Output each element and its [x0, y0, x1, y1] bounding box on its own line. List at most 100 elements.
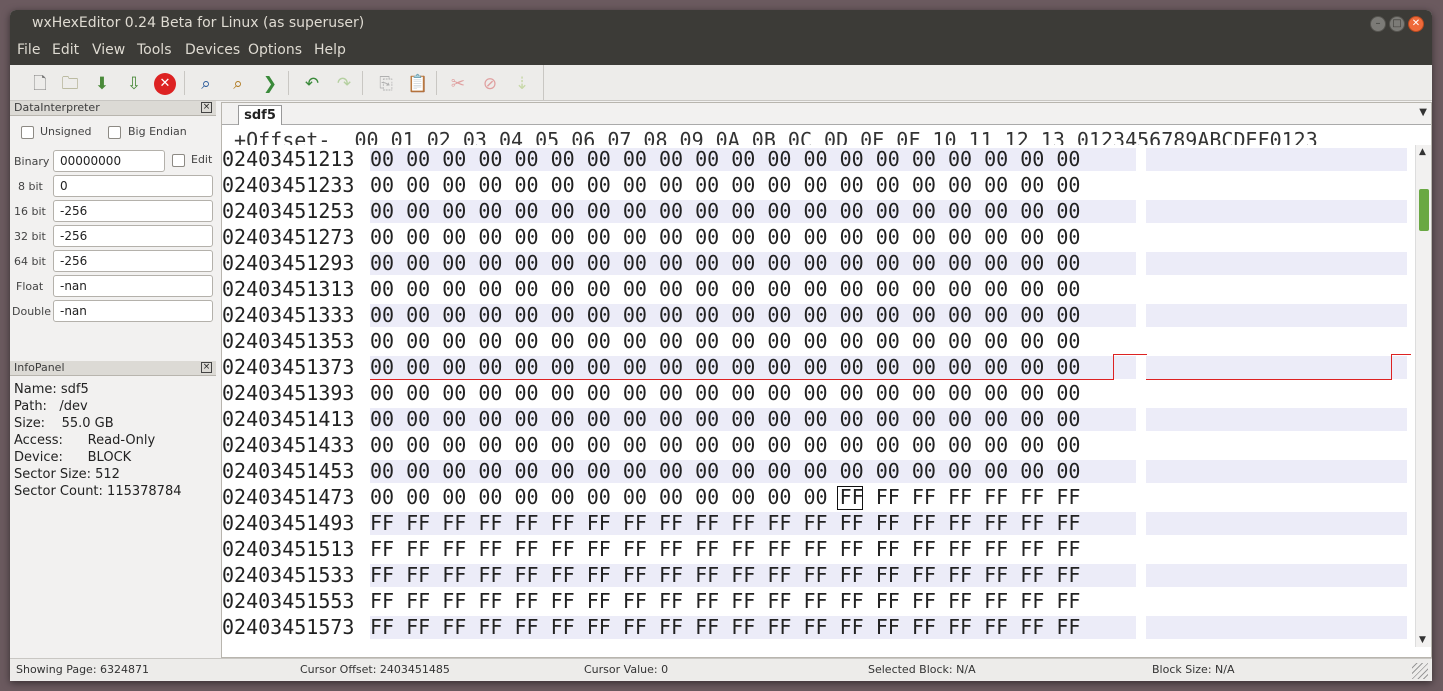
table-row[interactable]: 02403451373 00 00 00 00 00 00 00 00 00 00…: [222, 354, 1412, 380]
menu-options[interactable]: Options: [248, 42, 302, 58]
scroll-up-icon[interactable]: ▲: [1419, 147, 1426, 157]
table-row[interactable]: 02403451573 FF FF FF FF FF FF FF FF FF FF…: [222, 614, 1412, 640]
row-hex-bytes[interactable]: FF FF FF FF FF FF FF FF FF FF FF FF FF F…: [370, 562, 1080, 588]
maximize-button[interactable]: □: [1389, 16, 1405, 32]
resize-grip[interactable]: [1412, 663, 1428, 679]
goto-offset-icon[interactable]: ❯: [258, 72, 282, 96]
row-hex-bytes[interactable]: 00 00 00 00 00 00 00 00 00 00 00 00 00 0…: [370, 458, 1080, 484]
8bit-field[interactable]: 0: [53, 175, 213, 197]
delete-icon[interactable]: ⊘: [478, 72, 502, 96]
menu-view[interactable]: View: [92, 42, 125, 58]
big-endian-label: Big Endian: [128, 125, 187, 138]
menu-help[interactable]: Help: [314, 42, 346, 58]
row-hex-bytes[interactable]: 00 00 00 00 00 00 00 00 00 00 00 00 00 0…: [370, 302, 1080, 328]
row-hex-bytes[interactable]: 00 00 00 00 00 00 00 00 00 00 00 00 00 0…: [370, 224, 1080, 250]
row-hex-bytes[interactable]: 00 00 00 00 00 00 00 00 00 00 00 00 00 0…: [370, 172, 1080, 198]
table-row[interactable]: 02403451273 00 00 00 00 00 00 00 00 00 00…: [222, 224, 1412, 250]
row-hex-bytes[interactable]: 00 00 00 00 00 00 00 00 00 00 00 00 00 0…: [370, 250, 1080, 276]
table-row[interactable]: 02403451393 00 00 00 00 00 00 00 00 00 00…: [222, 380, 1412, 406]
64bit-field[interactable]: -256: [53, 250, 213, 272]
save-icon[interactable]: ⬇: [90, 72, 114, 96]
close-window-button[interactable]: ✕: [1408, 16, 1424, 32]
copy-icon[interactable]: ⎘: [374, 72, 398, 96]
minimize-button[interactable]: –: [1370, 16, 1386, 32]
table-row[interactable]: 02403451353 00 00 00 00 00 00 00 00 00 00…: [222, 328, 1412, 354]
row-offset: 02403451453: [222, 459, 355, 483]
row-hex-bytes[interactable]: FF FF FF FF FF FF FF FF FF FF FF FF FF F…: [370, 588, 1080, 614]
32bit-field[interactable]: -256: [53, 225, 213, 247]
menu-file[interactable]: File: [17, 42, 40, 58]
table-row[interactable]: 02403451293 00 00 00 00 00 00 00 00 00 00…: [222, 250, 1412, 276]
page-boundary-line: [1391, 354, 1392, 380]
vertical-scrollbar[interactable]: ▲ ▼: [1415, 145, 1431, 647]
menu-tools[interactable]: Tools: [137, 42, 172, 58]
info-path: Path: /dev: [14, 399, 88, 414]
row-hex-bytes[interactable]: 00 00 00 00 00 00 00 00 00 00 00 00 00 0…: [370, 406, 1080, 432]
tab-list-dropdown-icon[interactable]: ▼: [1419, 107, 1427, 118]
unsigned-checkbox[interactable]: [21, 126, 34, 139]
row-hex-bytes[interactable]: 00 00 00 00 00 00 00 00 00 00 00 00 00 0…: [370, 276, 1080, 302]
table-row[interactable]: 02403451433 00 00 00 00 00 00 00 00 00 00…: [222, 432, 1412, 458]
big-endian-checkbox[interactable]: [108, 126, 121, 139]
row-hex-bytes[interactable]: 00 00 00 00 00 00 00 00 00 00 00 00 00 0…: [370, 354, 1080, 380]
table-row[interactable]: 02403451553 FF FF FF FF FF FF FF FF FF FF…: [222, 588, 1412, 614]
info-panel-title: InfoPanel: [14, 361, 65, 374]
row-hex-bytes[interactable]: 00 00 00 00 00 00 00 00 00 00 00 00 00 0…: [370, 198, 1080, 224]
new-file-icon[interactable]: 🗋: [28, 72, 52, 96]
close-panel-icon[interactable]: ×: [201, 362, 212, 373]
table-row[interactable]: 02403451253 00 00 00 00 00 00 00 00 00 00…: [222, 198, 1412, 224]
table-row[interactable]: 02403451513 FF FF FF FF FF FF FF FF FF FF…: [222, 536, 1412, 562]
row-hex-bytes[interactable]: 00 00 00 00 00 00 00 00 00 00 00 00 00 0…: [370, 146, 1080, 172]
row-hex-bytes[interactable]: FF FF FF FF FF FF FF FF FF FF FF FF FF F…: [370, 536, 1080, 562]
table-row[interactable]: 02403451313 00 00 00 00 00 00 00 00 00 00…: [222, 276, 1412, 302]
row-hex-bytes[interactable]: 00 00 00 00 00 00 00 00 00 00 00 00 00 0…: [370, 432, 1080, 458]
row-hex-bytes[interactable]: FF FF FF FF FF FF FF FF FF FF FF FF FF F…: [370, 510, 1080, 536]
info-sector-size: Sector Size: 512: [14, 467, 120, 482]
text-column-band: [1146, 148, 1407, 171]
scroll-down-icon[interactable]: ▼: [1419, 635, 1426, 645]
table-row[interactable]: 02403451453 00 00 00 00 00 00 00 00 00 00…: [222, 458, 1412, 484]
cut-icon[interactable]: ✂: [446, 72, 470, 96]
paste-icon[interactable]: 📋: [406, 72, 430, 96]
row-hex-bytes[interactable]: 00 00 00 00 00 00 00 00 00 00 00 00 00 F…: [370, 484, 1080, 510]
double-field[interactable]: -nan: [53, 300, 213, 322]
text-column-band: [1146, 174, 1407, 197]
open-folder-icon[interactable]: 🗀: [58, 72, 82, 96]
menu-edit[interactable]: Edit: [52, 42, 79, 58]
hex-view[interactable]: 02403451213 00 00 00 00 00 00 00 00 00 00…: [222, 146, 1412, 646]
table-row[interactable]: 02403451533 FF FF FF FF FF FF FF FF FF FF…: [222, 562, 1412, 588]
row-hex-bytes[interactable]: 00 00 00 00 00 00 00 00 00 00 00 00 00 0…: [370, 380, 1080, 406]
table-row[interactable]: 02403451333 00 00 00 00 00 00 00 00 00 00…: [222, 302, 1412, 328]
close-panel-icon[interactable]: ×: [201, 102, 212, 113]
row-offset: 02403451393: [222, 381, 355, 405]
table-row[interactable]: 02403451473 00 00 00 00 00 00 00 00 00 00…: [222, 484, 1412, 510]
table-row[interactable]: 02403451413 00 00 00 00 00 00 00 00 00 00…: [222, 406, 1412, 432]
table-row[interactable]: 02403451233 00 00 00 00 00 00 00 00 00 00…: [222, 172, 1412, 198]
table-row[interactable]: 02403451213 00 00 00 00 00 00 00 00 00 00…: [222, 146, 1412, 172]
table-row[interactable]: 02403451493 FF FF FF FF FF FF FF FF FF FF…: [222, 510, 1412, 536]
info-panel-header: InfoPanel ×: [10, 361, 216, 376]
row-hex-bytes[interactable]: 00 00 00 00 00 00 00 00 00 00 00 00 00 0…: [370, 328, 1080, 354]
binary-field[interactable]: 00000000: [53, 150, 165, 172]
find-icon[interactable]: ⌕: [194, 72, 218, 96]
row-offset: 02403451373: [222, 355, 355, 379]
float-field[interactable]: -nan: [53, 275, 213, 297]
scrollbar-thumb[interactable]: [1419, 189, 1429, 231]
row-offset: 02403451533: [222, 563, 355, 587]
cursor-box: [837, 486, 863, 510]
menu-devices[interactable]: Devices: [185, 42, 240, 58]
edit-checkbox[interactable]: [172, 154, 185, 167]
insert-icon[interactable]: ⇣: [510, 72, 534, 96]
tab-strip: sdf5 ▼: [222, 103, 1431, 125]
text-column-band: [1146, 382, 1407, 405]
row-hex-bytes[interactable]: FF FF FF FF FF FF FF FF FF FF FF FF FF F…: [370, 614, 1080, 640]
text-column-band: [1146, 408, 1407, 431]
redo-icon[interactable]: ↷: [332, 72, 356, 96]
16bit-field[interactable]: -256: [53, 200, 213, 222]
find-replace-icon[interactable]: ⌕: [226, 72, 250, 96]
undo-icon[interactable]: ↶: [300, 72, 324, 96]
row-offset: 02403451213: [222, 147, 355, 171]
close-file-icon[interactable]: ✕: [154, 73, 176, 95]
save-as-icon[interactable]: ⇩: [122, 72, 146, 96]
tab-sdf5[interactable]: sdf5: [238, 105, 282, 125]
